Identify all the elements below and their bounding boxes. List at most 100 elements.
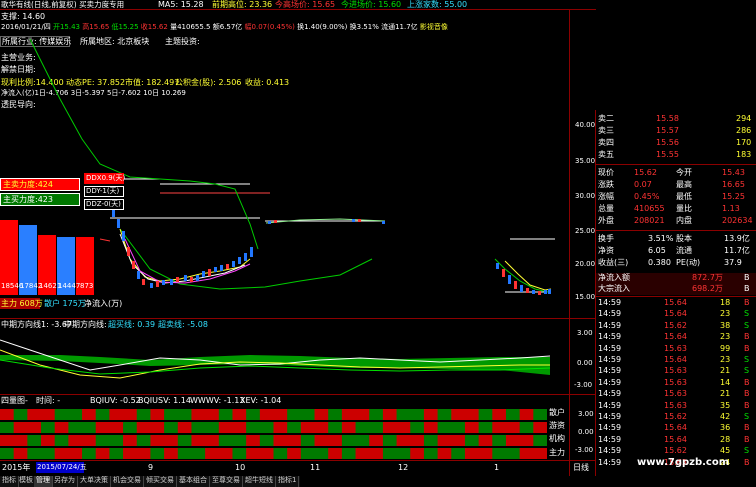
candle (190, 277, 193, 282)
candle (352, 219, 355, 222)
tick-time: 14:59 (598, 377, 622, 387)
tick-price: 15.64 (664, 355, 687, 364)
four-volume-chart[interactable] (0, 407, 547, 459)
ddx-label: DDX0.9(天) (86, 174, 126, 182)
volume-stripe (505, 448, 521, 459)
stat2-row: 净资 6.05 流通 11.7亿 (596, 246, 756, 257)
sell-row[interactable]: 卖三 15.57 286 (596, 126, 756, 137)
volume-stripe (273, 435, 288, 446)
tick-row: 14:59 15.63 14 B (596, 378, 756, 389)
flow-unit: B (744, 284, 750, 293)
sell-row[interactable]: 卖二 15.58 294 (596, 114, 756, 125)
tab-indicator-1[interactable]: 指标1 (276, 476, 300, 487)
mid-axis-3: -3.00 (574, 381, 593, 389)
stat2-label: 股本 (676, 234, 692, 243)
volume-stripe (396, 409, 411, 420)
tab-save-as[interactable]: 另存为 (52, 476, 78, 487)
tab-super-short[interactable]: 超牛短线 (243, 476, 276, 487)
candle (250, 247, 253, 257)
date-tick: 12 (398, 463, 409, 472)
volume-stripe (0, 409, 15, 420)
stat-row: 现价 15.62 今开 15.43 (596, 168, 756, 179)
volume-stripe (164, 422, 179, 433)
volume-stripe (41, 435, 56, 446)
stat2-value: 6.05 (648, 246, 666, 255)
prev-high-label: 前期高位: 23.36 (212, 0, 273, 9)
tick-vol: 21 (720, 389, 731, 399)
tab-chance-trade[interactable]: 机会交易 (111, 476, 144, 487)
candle (214, 267, 217, 272)
force-val-4: 14447 (58, 282, 81, 290)
tick-bs: B (744, 332, 750, 342)
tick-row: 14:59 15.62 45 S (596, 446, 756, 457)
stat-label: 涨幅 (598, 192, 614, 201)
volume-stripe (259, 422, 274, 433)
candle (156, 281, 159, 287)
volume-stripe (164, 409, 179, 420)
tick-price: 15.62 (664, 320, 687, 330)
volume-stripe (82, 448, 97, 459)
volume-stripe (191, 422, 206, 433)
candle (382, 221, 385, 224)
bqiusv-label: BQIUSV: 1.14 (138, 396, 191, 405)
tick-row: 14:59 15.64 23 B (596, 332, 756, 343)
stat-row: 总量 410655 量比 1.13 (596, 204, 756, 215)
stat-row: 涨跌 0.07 最高 16.65 (596, 180, 756, 191)
tab-supreme-trade[interactable]: 至尊交易 (210, 476, 243, 487)
price-tick: 20.00 (575, 260, 596, 268)
volume-stripe (273, 409, 288, 420)
tick-row: 14:59 15.62 42 S (596, 412, 756, 423)
volume-stripe (259, 448, 274, 459)
stat2-value: 3.51% (648, 234, 674, 243)
tick-time: 14:59 (598, 457, 622, 467)
volume-stripe (136, 448, 151, 459)
candle (176, 277, 179, 282)
tab-big-order[interactable]: 大单决策 (78, 476, 111, 487)
volume-stripe (410, 409, 425, 420)
candle (132, 261, 135, 269)
volume-stripe (13, 409, 28, 420)
price-axis: 40.00 35.00 30.00 25.00 20.00 15.00 (569, 9, 595, 318)
bottom-axis-3: -3.00 (575, 446, 594, 454)
volume-stripe (505, 422, 521, 433)
volume-stripe (369, 448, 384, 459)
volume-stripe (369, 422, 384, 433)
volume-stripe (177, 409, 192, 420)
volume-stripe (355, 435, 370, 446)
sell-row[interactable]: 卖四 15.56 170 (596, 138, 756, 149)
volume-stripe (396, 448, 411, 459)
volume-stripe (246, 435, 261, 446)
volume-stripe (123, 448, 138, 459)
tick-bs: B (744, 377, 750, 387)
mid-indicator-chart[interactable] (0, 330, 569, 394)
tick-vol: 99 (720, 343, 731, 353)
tick-price: 15.64 (664, 309, 687, 319)
flow-row: 净流入额 872.7万 B (596, 273, 756, 284)
volume-stripe (246, 409, 261, 420)
tab-buy-trade[interactable]: 倾买交易 (144, 476, 177, 487)
volume-stripe (232, 448, 247, 459)
retail-label: 散户 175万 (44, 299, 86, 308)
volume-stripe (164, 435, 179, 446)
volume-stripe (519, 422, 534, 433)
tick-bs: S (744, 355, 750, 364)
tick-vol: 21 (720, 366, 731, 376)
stat-label: 外盘 (598, 216, 614, 225)
period-label[interactable]: 日线 (573, 464, 589, 472)
sell-vol: 183 (736, 150, 752, 159)
main-buy-label: 主买力度:423 (3, 195, 53, 204)
tab-basic-combo[interactable]: 基本组合 (177, 476, 210, 487)
sell-row[interactable]: 卖五 15.55 183 (596, 150, 756, 161)
sell-price: 15.57 (656, 126, 679, 135)
stat2-row: 收益(三) 0.380 PE(动) 37.9 (596, 258, 756, 269)
tab-manage[interactable]: 管理 (34, 476, 53, 487)
tick-vol: 45 (720, 446, 731, 456)
sell-price: 15.58 (656, 114, 679, 123)
main-force-label: 主力 608万 (1, 299, 43, 308)
tick-bs: B (744, 343, 750, 353)
tick-time: 14:59 (598, 423, 622, 433)
price-tick: 25.00 (575, 227, 596, 235)
volume-stripe (177, 448, 192, 459)
chart-title: 歌华有线(日线,前复权) 买卖力度专用 (1, 0, 125, 9)
volume-stripe (259, 409, 274, 420)
